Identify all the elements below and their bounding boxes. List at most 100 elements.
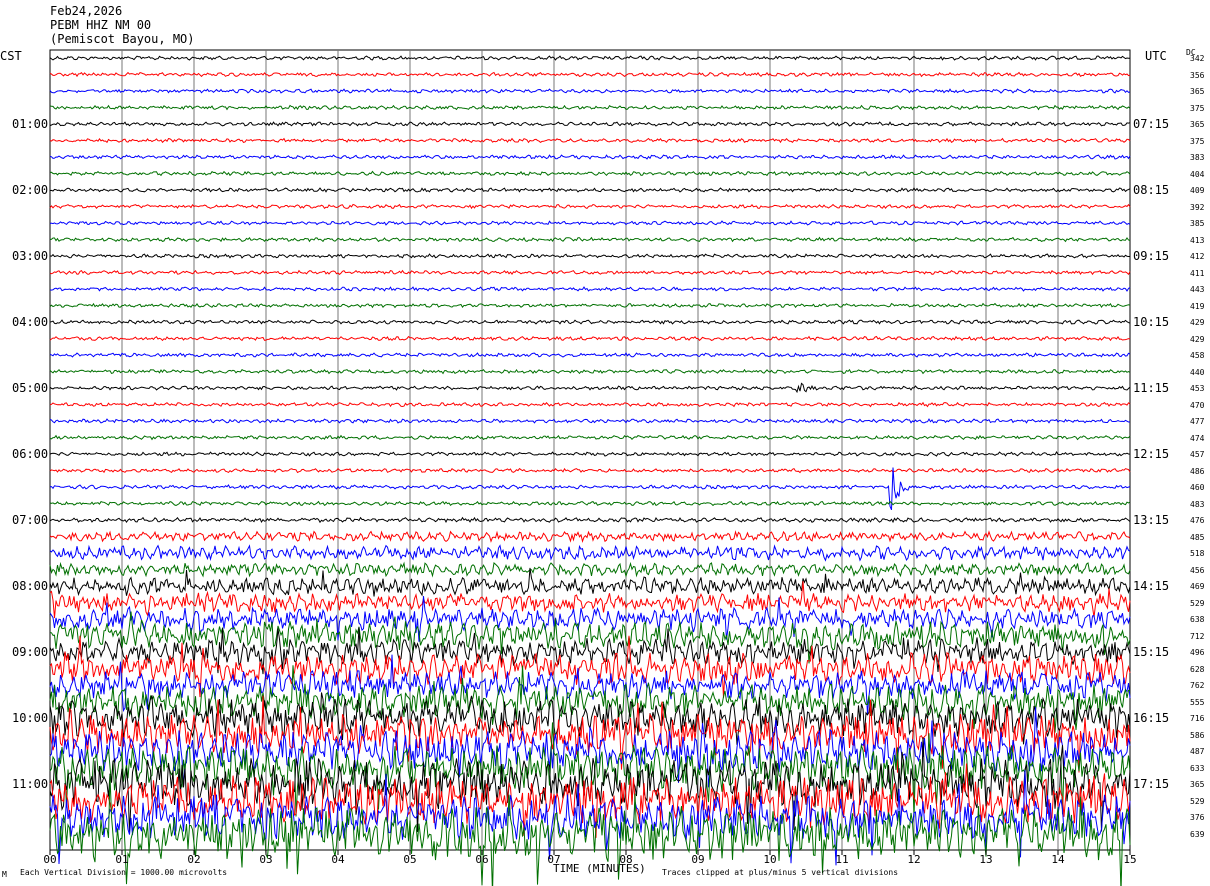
dc-offset-value: 429 — [1190, 318, 1205, 327]
trace-row — [49, 335, 1131, 342]
left-time-label: 03:00 — [12, 249, 49, 263]
trace-row — [49, 302, 1131, 309]
dc-offset-value: 342 — [1190, 54, 1205, 63]
corner-mark: M — [2, 870, 7, 879]
trace-row — [49, 544, 1131, 562]
dc-offset-value: 365 — [1190, 780, 1205, 789]
dc-offset-value: 443 — [1190, 285, 1205, 294]
left-time-label: 08:00 — [12, 579, 49, 593]
seismic-traces — [49, 55, 1131, 886]
dc-offset-value: 716 — [1190, 714, 1205, 723]
x-tick-label: 04 — [331, 853, 345, 866]
dc-offset-value: 413 — [1190, 235, 1205, 245]
trace-row — [49, 352, 1131, 358]
left-axis-label: CST — [0, 49, 22, 63]
right-axis-label: UTC — [1145, 49, 1167, 63]
footer-scale-note: Each Vertical Division = 1000.00 microvo… — [20, 868, 228, 877]
x-tick-label: 00 — [43, 853, 56, 866]
trace-row — [49, 170, 1131, 177]
header-station: PEBM HHZ NM 00 — [50, 18, 152, 32]
right-time-label: 07:15 — [1133, 117, 1170, 131]
right-time-label: 10:15 — [1133, 315, 1170, 329]
x-tick-label: 01 — [115, 853, 128, 866]
dc-offset-value: 411 — [1190, 268, 1205, 278]
dc-offset-value: 555 — [1190, 697, 1205, 707]
dc-offset-value: 518 — [1190, 549, 1205, 558]
left-time-label: 04:00 — [12, 315, 49, 329]
x-tick-label: 10 — [763, 853, 776, 866]
trace-row — [49, 269, 1131, 276]
right-time-label: 08:15 — [1133, 183, 1170, 197]
footer-clip-note: Traces clipped at plus/minus 5 vertical … — [662, 868, 899, 877]
dc-offset-value: 487 — [1190, 747, 1205, 756]
trace-row — [49, 500, 1131, 507]
dc-offset-value: 496 — [1190, 648, 1205, 657]
left-time-label: 06:00 — [12, 447, 49, 461]
trace-row — [49, 88, 1131, 94]
dc-offset-value: 385 — [1190, 219, 1205, 228]
trace-row — [49, 401, 1131, 408]
dc-offset-value: 460 — [1190, 483, 1205, 492]
right-time-label: 09:15 — [1133, 249, 1170, 263]
dc-offset-value: 469 — [1190, 582, 1205, 591]
dc-offset-value: 429 — [1190, 334, 1205, 344]
header-location: (Pemiscot Bayou, MO) — [50, 32, 195, 46]
x-tick-label: 09 — [691, 853, 704, 866]
trace-row — [49, 516, 1131, 524]
dc-offset-value: 365 — [1190, 120, 1205, 129]
dc-offset-value: 529 — [1190, 598, 1205, 608]
dc-offset-value: 392 — [1190, 202, 1205, 212]
right-time-label: 12:15 — [1133, 447, 1170, 461]
trace-row — [49, 286, 1131, 292]
trace-row — [49, 382, 1131, 394]
dc-offset-value: 639 — [1190, 829, 1205, 839]
dc-offset-value: 453 — [1190, 384, 1205, 393]
dc-offset-value: 419 — [1190, 301, 1205, 311]
dc-offset-value: 458 — [1190, 351, 1205, 360]
helicorder-plot: 00 01 02 03 04 05 06 07 08 09 10 11 12 13 14 15 — [43, 49, 1137, 886]
dc-offset-value: 383 — [1190, 153, 1205, 162]
dc-offset-value: 457 — [1190, 450, 1205, 459]
x-tick-label: 13 — [979, 853, 992, 866]
right-time-label: 14:15 — [1133, 579, 1170, 593]
right-time-label: 15:15 — [1133, 645, 1170, 659]
x-tick-label: 02 — [187, 853, 200, 866]
left-time-label: 05:00 — [12, 381, 49, 395]
dc-offset-value: 476 — [1190, 516, 1205, 525]
trace-row — [49, 236, 1131, 243]
dc-offset-value: 633 — [1190, 763, 1205, 773]
dc-offset-value: 376 — [1190, 813, 1205, 822]
x-tick-label: 12 — [907, 853, 920, 866]
dc-offset-value: 712 — [1190, 631, 1205, 641]
dc-offset-value: 586 — [1190, 730, 1205, 740]
trace-row — [49, 104, 1131, 111]
x-tick-label: 15 — [1123, 853, 1136, 866]
dc-offset-value: 470 — [1190, 400, 1205, 410]
header-date: Feb24,2026 — [50, 4, 123, 18]
trace-row — [49, 596, 1131, 642]
dc-offset-value: 474 — [1190, 433, 1205, 443]
trace-row — [49, 467, 1131, 474]
x-tick-label: 05 — [403, 853, 416, 866]
trace-row — [49, 253, 1130, 259]
x-tick-label: 03 — [259, 853, 272, 866]
left-time-label: 09:00 — [12, 645, 49, 659]
trace-row — [49, 418, 1130, 424]
left-time-label: 02:00 — [12, 183, 49, 197]
left-time-label: 01:00 — [12, 117, 49, 131]
trace-row — [49, 121, 1131, 127]
dc-offset-value: 762 — [1190, 681, 1205, 690]
trace-row — [49, 319, 1131, 325]
dc-offset-value: 456 — [1190, 565, 1205, 575]
dc-offset-value: 409 — [1190, 186, 1205, 195]
trace-row — [49, 368, 1131, 375]
dc-offset-value: 529 — [1190, 796, 1205, 806]
dc-offset-value: 356 — [1190, 70, 1205, 80]
dc-offset-value: 412 — [1190, 252, 1205, 261]
dc-offset-value: 375 — [1190, 136, 1205, 146]
dc-offset-value: 483 — [1190, 499, 1205, 509]
trace-row — [49, 187, 1131, 193]
trace-row — [49, 561, 1131, 578]
dc-offset-value: 375 — [1190, 103, 1205, 113]
trace-row — [49, 154, 1131, 160]
